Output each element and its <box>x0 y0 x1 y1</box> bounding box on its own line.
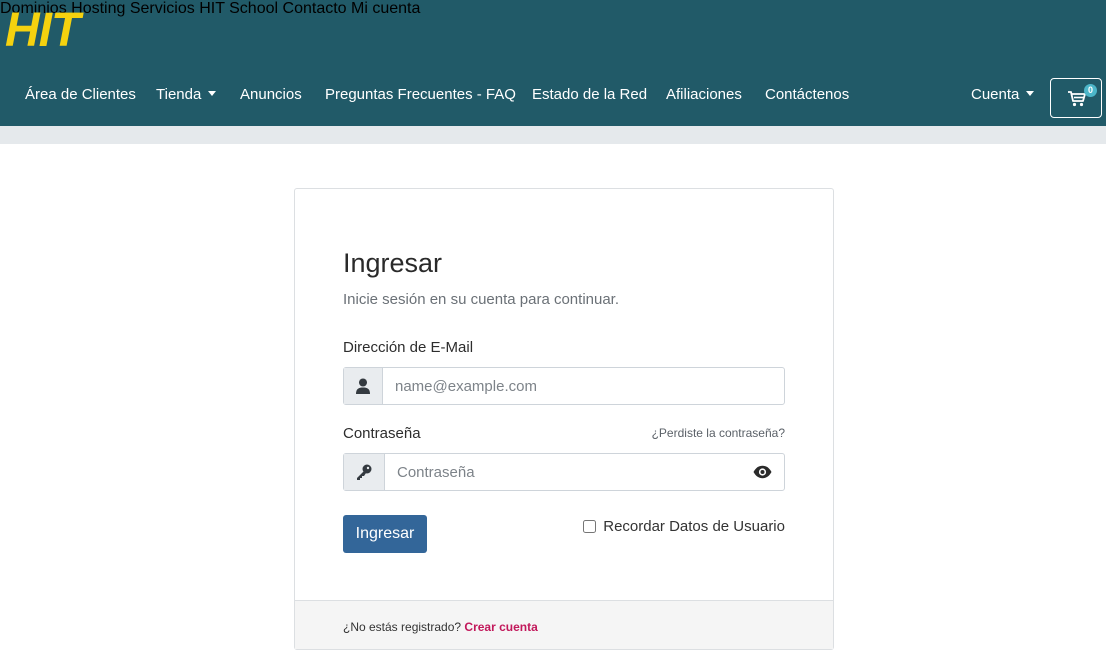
card-footer: ¿No estás registrado? Crear cuenta <box>295 600 833 649</box>
svg-text:HIT: HIT <box>5 7 84 49</box>
cart-icon <box>1068 91 1086 107</box>
top-nav-servicios[interactable]: Servicios <box>130 0 195 17</box>
register-question: ¿No estás registrado? <box>343 620 462 634</box>
remember-me: Recordar Datos de Usuario <box>583 518 785 535</box>
cart-button[interactable]: 0 <box>1050 78 1102 118</box>
site-header: HIT Dominios Hosting Servicios HIT Schoo… <box>0 0 1106 126</box>
create-account-link[interactable]: Crear cuenta <box>464 620 537 634</box>
nav-contactenos[interactable]: Contáctenos <box>765 86 849 103</box>
nav-faq[interactable]: Preguntas Frecuentes - FAQ <box>325 86 516 103</box>
login-title: Ingresar <box>343 248 443 278</box>
remember-checkbox[interactable] <box>583 520 597 533</box>
header-divider <box>0 126 1106 144</box>
email-label: Dirección de E-Mail <box>343 339 474 356</box>
top-nav: Dominios Hosting Servicios HIT School Co… <box>0 0 1106 18</box>
nav-cuenta-label: Cuenta <box>971 86 1020 103</box>
hit-logo[interactable]: HIT <box>3 7 135 49</box>
top-nav-contacto[interactable]: Contacto <box>283 0 347 17</box>
password-input[interactable] <box>397 454 737 490</box>
email-input-group <box>343 367 785 405</box>
nav-tienda[interactable]: Tienda <box>156 86 217 103</box>
cart-count-badge: 0 <box>1084 84 1097 97</box>
nav-area-clientes[interactable]: Área de Clientes <box>25 86 136 103</box>
forgot-password-link[interactable]: ¿Perdiste la contraseña? <box>652 426 785 440</box>
login-subtitle: Inicie sesión en su cuenta para continua… <box>343 291 620 308</box>
nav-estado-red[interactable]: Estado de la Red <box>532 86 647 103</box>
login-card: Ingresar Inicie sesión en su cuenta para… <box>294 188 834 650</box>
chevron-down-icon <box>1026 90 1035 96</box>
chevron-down-icon <box>208 90 217 96</box>
nav-anuncios[interactable]: Anuncios <box>240 86 302 103</box>
nav-afiliaciones[interactable]: Afiliaciones <box>666 86 742 103</box>
nav-tienda-label: Tienda <box>156 86 202 103</box>
main-nav: Área de Clientes Tienda Anuncios Pregunt… <box>0 86 1106 110</box>
key-icon <box>344 454 385 490</box>
login-submit-button[interactable]: Ingresar <box>343 515 427 553</box>
top-nav-mi-cuenta[interactable]: Mi cuenta <box>351 0 420 17</box>
top-nav-hit-school[interactable]: HIT School <box>199 0 278 17</box>
email-input[interactable] <box>395 368 780 404</box>
nav-cuenta[interactable]: Cuenta <box>971 86 1035 103</box>
password-input-group <box>343 453 785 491</box>
remember-label: Recordar Datos de Usuario <box>603 518 785 535</box>
user-icon <box>344 368 383 404</box>
password-label: Contraseña <box>343 425 421 442</box>
register-prompt: ¿No estás registrado? Crear cuenta <box>343 620 538 634</box>
eye-icon[interactable] <box>753 465 772 479</box>
